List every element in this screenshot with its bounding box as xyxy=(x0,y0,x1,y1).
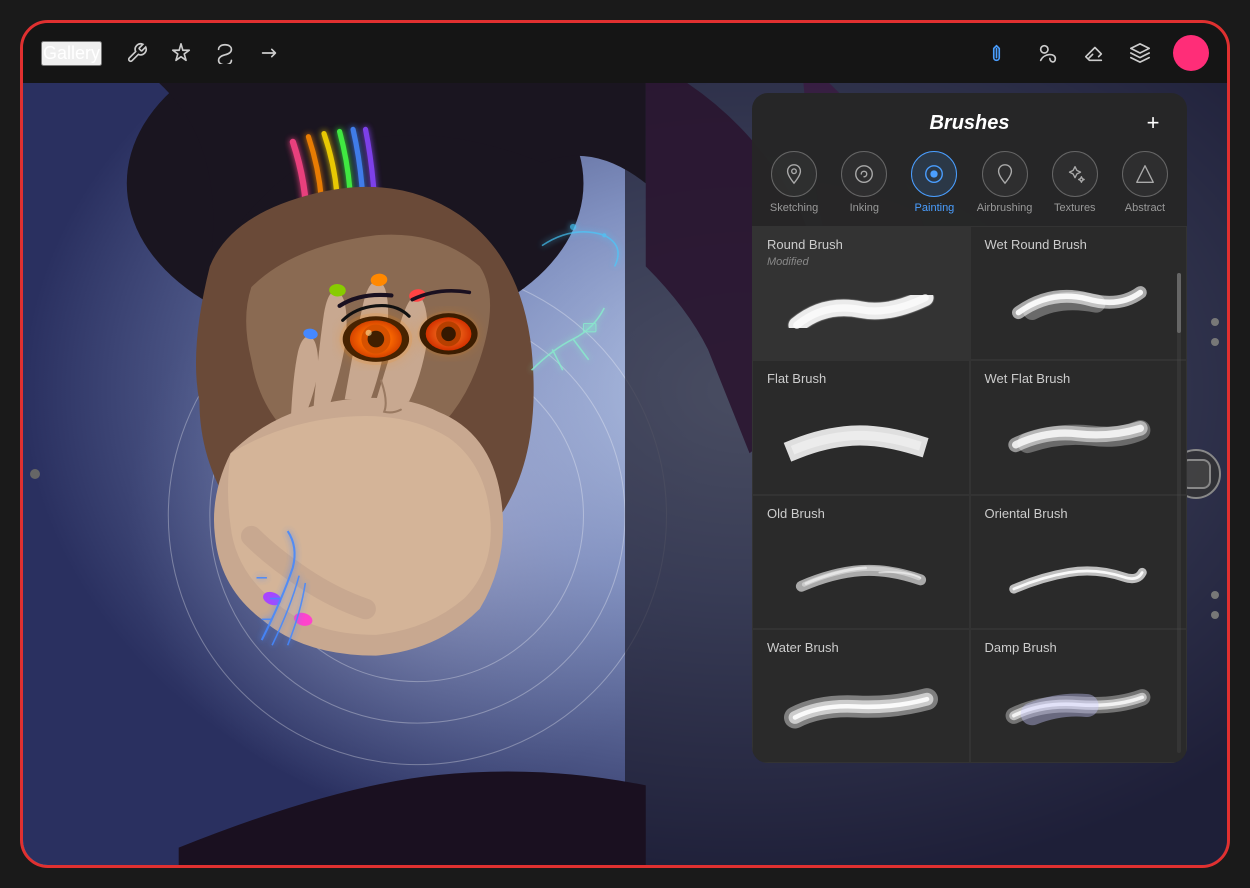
textures-icon-wrap xyxy=(1052,151,1098,197)
brush-tool-icon[interactable] xyxy=(989,40,1015,66)
brush-preview-damp xyxy=(985,663,1173,750)
sidebar-indicator-4 xyxy=(1211,611,1219,619)
sidebar-indicator-2 xyxy=(1211,338,1219,346)
brush-item-wet-round-brush[interactable]: Wet Round Brush xyxy=(970,226,1188,360)
brush-name-wet-flat: Wet Flat Brush xyxy=(985,371,1173,386)
brush-name-wet-round: Wet Round Brush xyxy=(985,237,1173,252)
damp-brush-stroke-svg xyxy=(998,679,1158,734)
water-brush-stroke-svg xyxy=(781,679,941,734)
brush-preview-round-brush xyxy=(767,276,955,347)
panel-title: Brushes xyxy=(800,112,1139,135)
tab-painting[interactable]: Painting xyxy=(900,151,968,214)
brush-item-oriental-brush[interactable]: Oriental Brush xyxy=(970,495,1188,629)
brush-grid: Round Brush Modified Wet Ro xyxy=(752,226,1187,763)
oriental-brush-stroke-svg xyxy=(998,545,1158,600)
panel-scrollbar[interactable] xyxy=(1177,273,1181,753)
category-tabs: Sketching Inking xyxy=(752,147,1187,226)
left-sidebar xyxy=(23,469,47,479)
brush-preview-wet-round xyxy=(985,260,1173,347)
sidebar-indicator-1 xyxy=(1211,318,1219,326)
brush-name-round-brush: Round Brush xyxy=(767,237,955,252)
tab-textures[interactable]: Textures xyxy=(1041,151,1109,214)
sidebar-indicator-3 xyxy=(1211,591,1219,599)
brush-preview-wet-flat xyxy=(985,394,1173,481)
painting-label: Painting xyxy=(915,202,955,214)
brush-item-old-brush[interactable]: Old Brush xyxy=(752,495,970,629)
canvas-area[interactable]: Brushes + Sketching xyxy=(23,83,1227,865)
tab-abstract[interactable]: Abstract xyxy=(1111,151,1179,214)
airbrushing-label: Airbrushing xyxy=(977,202,1033,214)
settings-icon[interactable] xyxy=(124,40,150,66)
gallery-button[interactable]: Gallery xyxy=(41,41,102,66)
right-sidebar-controls-2 xyxy=(1211,591,1219,619)
sketching-icon-wrap xyxy=(771,151,817,197)
textures-label: Textures xyxy=(1054,202,1096,214)
sketching-icon xyxy=(783,163,805,185)
inking-label: Inking xyxy=(850,202,879,214)
adjustments-icon[interactable] xyxy=(168,40,194,66)
tab-sketching[interactable]: Sketching xyxy=(760,151,828,214)
right-sidebar-controls xyxy=(1211,318,1219,346)
smudge-tool-icon[interactable] xyxy=(1035,40,1061,66)
brush-name-water: Water Brush xyxy=(767,640,955,655)
top-toolbar: Gallery xyxy=(23,23,1227,83)
panel-scrollbar-thumb xyxy=(1177,273,1181,333)
right-tools xyxy=(989,35,1209,71)
old-brush-stroke-svg xyxy=(781,545,941,600)
round-brush-stroke-svg xyxy=(781,284,941,339)
brush-item-wet-flat-brush[interactable]: Wet Flat Brush xyxy=(970,360,1188,494)
brush-name-old: Old Brush xyxy=(767,506,955,521)
brush-name-flat: Flat Brush xyxy=(767,371,955,386)
airbrushing-icon xyxy=(994,163,1016,185)
tab-airbrushing[interactable]: Airbrushing xyxy=(971,151,1039,214)
left-sidebar-dot xyxy=(30,469,40,479)
textures-icon xyxy=(1064,163,1086,185)
wet-flat-stroke-svg xyxy=(998,410,1158,465)
transform-icon[interactable] xyxy=(256,40,282,66)
abstract-label: Abstract xyxy=(1125,202,1165,214)
abstract-icon xyxy=(1134,163,1156,185)
airbrushing-icon-wrap xyxy=(982,151,1028,197)
brush-preview-water xyxy=(767,663,955,750)
inking-icon xyxy=(853,163,875,185)
painting-icon xyxy=(923,163,945,185)
left-tools xyxy=(124,40,282,66)
brushes-panel: Brushes + Sketching xyxy=(752,93,1187,763)
add-brush-button[interactable]: + xyxy=(1139,109,1167,137)
brush-preview-oriental xyxy=(985,529,1173,616)
abstract-icon-wrap xyxy=(1122,151,1168,197)
tablet-frame: Gallery xyxy=(20,20,1230,868)
panel-header: Brushes + xyxy=(752,93,1187,147)
brush-item-damp-brush[interactable]: Damp Brush xyxy=(970,629,1188,763)
brush-item-water-brush[interactable]: Water Brush xyxy=(752,629,970,763)
brush-preview-flat xyxy=(767,394,955,481)
flat-brush-stroke-svg xyxy=(781,410,941,465)
inking-icon-wrap xyxy=(841,151,887,197)
brush-name-oriental: Oriental Brush xyxy=(985,506,1173,521)
brush-modified-round-brush: Modified xyxy=(767,256,955,268)
brush-item-flat-brush[interactable]: Flat Brush xyxy=(752,360,970,494)
tab-inking[interactable]: Inking xyxy=(830,151,898,214)
selection-icon[interactable] xyxy=(212,40,238,66)
brush-preview-old xyxy=(767,529,955,616)
wet-round-stroke-svg xyxy=(998,276,1158,331)
brush-item-round-brush[interactable]: Round Brush Modified xyxy=(752,226,970,360)
brush-name-damp: Damp Brush xyxy=(985,640,1173,655)
eraser-tool-icon[interactable] xyxy=(1081,40,1107,66)
layers-tool-icon[interactable] xyxy=(1127,40,1153,66)
color-picker[interactable] xyxy=(1173,35,1209,71)
painting-icon-wrap xyxy=(911,151,957,197)
sketching-label: Sketching xyxy=(770,202,818,214)
